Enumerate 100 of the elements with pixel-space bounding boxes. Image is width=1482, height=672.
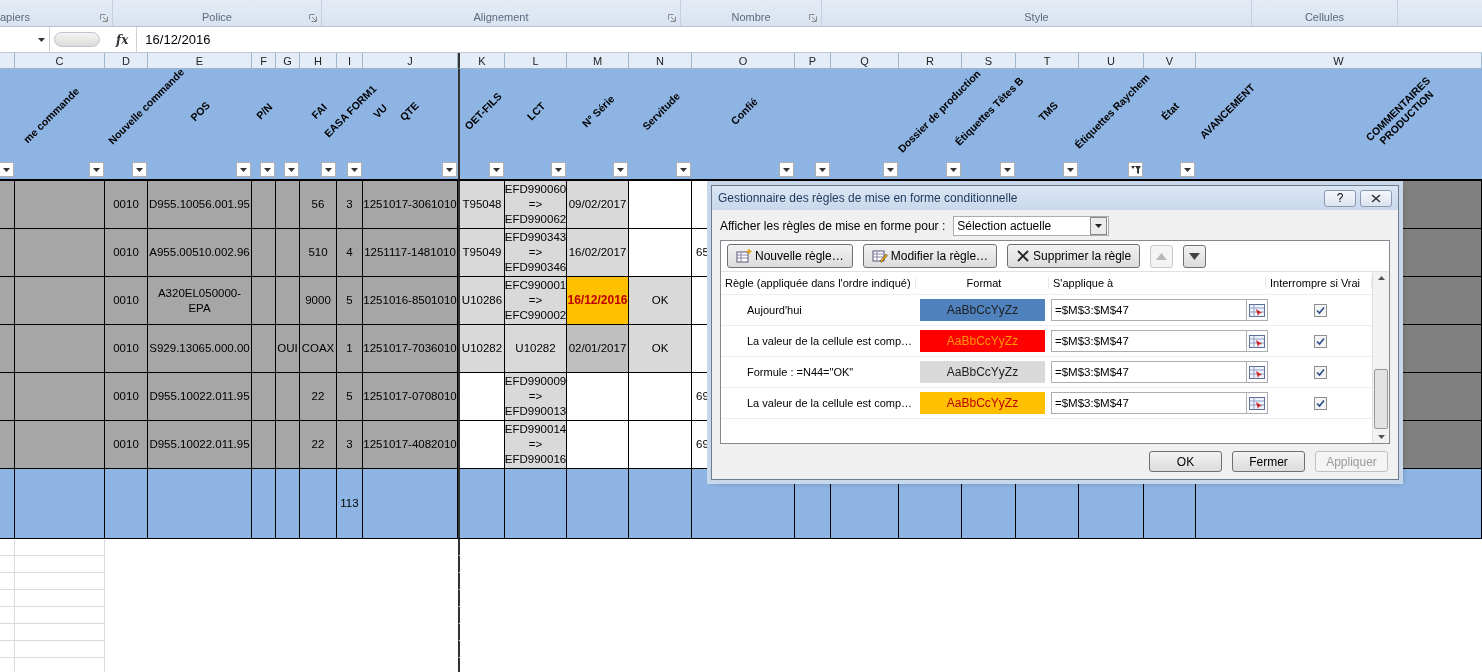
column-letter[interactable]: V <box>1144 53 1196 69</box>
applies-to-field[interactable]: =$M$3:$M$47 <box>1051 330 1268 352</box>
filter-button[interactable] <box>284 162 299 177</box>
caret-icon <box>351 167 358 172</box>
table-cell: 22 <box>300 373 337 421</box>
applies-to-field[interactable]: =$M$3:$M$47 <box>1051 361 1268 383</box>
move-down-button[interactable] <box>1183 244 1207 268</box>
table-cell <box>252 373 276 421</box>
column-letter[interactable]: L <box>505 53 567 69</box>
checkbox[interactable] <box>1313 334 1327 348</box>
scrollbar-thumb[interactable] <box>1374 369 1388 429</box>
table-cell: 510 <box>300 229 337 277</box>
filter-button[interactable] <box>489 162 504 177</box>
column-letter[interactable]: H <box>300 53 337 69</box>
checkbox[interactable] <box>1313 365 1327 379</box>
checkbox[interactable] <box>1313 396 1327 410</box>
formula-input[interactable]: 16/12/2016 <box>136 27 1482 52</box>
filter-button[interactable] <box>1000 162 1015 177</box>
table-cell: OK <box>629 277 692 325</box>
rule-name[interactable]: La valeur de la cellule est comp… <box>721 335 916 347</box>
dialog-launcher-icon[interactable] <box>309 14 317 22</box>
range-select-icon[interactable] <box>1249 396 1265 410</box>
filter-button[interactable] <box>321 162 336 177</box>
filter-button[interactable] <box>132 162 147 177</box>
column-header: P/N <box>253 100 275 122</box>
filter-button[interactable] <box>442 162 457 177</box>
preview-text: AaBbCcYyZz <box>946 396 1019 410</box>
table-cell <box>458 469 505 539</box>
help-button[interactable]: ? <box>1324 189 1356 207</box>
dialog-button[interactable]: Fermer <box>1232 451 1305 472</box>
column-letter[interactable]: I <box>337 53 363 69</box>
filter-button[interactable] <box>1063 162 1078 177</box>
table-cell <box>252 277 276 325</box>
range-select-icon[interactable] <box>1249 365 1265 379</box>
column-letter[interactable]: N <box>629 53 692 69</box>
filter-button[interactable] <box>883 162 898 177</box>
dialog-button[interactable]: OK <box>1149 451 1222 472</box>
column-letter[interactable]: F <box>252 53 276 69</box>
formula-bar-resize-handle[interactable] <box>54 32 100 47</box>
insert-function-button[interactable]: fx <box>108 32 137 47</box>
table-cell <box>105 469 148 539</box>
filter-button[interactable] <box>551 162 566 177</box>
column-letter[interactable]: W <box>1196 53 1482 69</box>
column-letter[interactable]: E <box>148 53 252 69</box>
filter-button[interactable] <box>1180 162 1195 177</box>
filter-button[interactable] <box>347 162 362 177</box>
applies-to-field[interactable]: =$M$3:$M$47 <box>1051 299 1268 321</box>
dialog-launcher-icon[interactable] <box>809 14 817 22</box>
filter-button[interactable] <box>779 162 794 177</box>
table-cell <box>629 421 692 469</box>
column-letter[interactable]: K <box>458 53 505 69</box>
column-letter[interactable]: M <box>567 53 629 69</box>
empty-cell <box>0 624 15 641</box>
caret-icon <box>3 167 10 172</box>
applies-to-field[interactable]: =$M$3:$M$47 <box>1051 392 1268 414</box>
cell-text: 16/12/2016 <box>567 293 628 308</box>
edit-rule-button[interactable]: Modifier la règle… <box>862 244 998 268</box>
list-column-header: Règle (appliquée dans l'ordre indiqué) <box>721 277 916 289</box>
range-select-icon[interactable] <box>1249 334 1265 348</box>
scroll-down-icon[interactable] <box>1377 435 1385 439</box>
close-button[interactable] <box>1360 189 1392 207</box>
column-letter[interactable]: P <box>795 53 831 69</box>
column-letter[interactable]: C <box>15 53 105 69</box>
scrollbar[interactable] <box>1372 272 1389 443</box>
column-letter[interactable]: R <box>899 53 962 69</box>
column-letter[interactable]: T <box>1016 53 1079 69</box>
dialog-launcher-icon[interactable] <box>668 14 676 22</box>
column-letter[interactable]: S <box>962 53 1016 69</box>
column-letter[interactable]: Q <box>831 53 899 69</box>
filter-button[interactable] <box>236 162 251 177</box>
filter-button[interactable] <box>613 162 628 177</box>
table-cell <box>300 469 337 539</box>
checkbox[interactable] <box>1313 303 1327 317</box>
filter-icon <box>1130 165 1141 174</box>
table-cell <box>458 421 505 469</box>
table-cell: 22 <box>300 421 337 469</box>
table-cell <box>629 469 692 539</box>
edit-table-icon <box>871 249 888 263</box>
filter-button[interactable] <box>1128 162 1143 177</box>
column-letter[interactable]: D <box>105 53 148 69</box>
filter-button[interactable] <box>89 162 104 177</box>
column-letter[interactable]: O <box>692 53 795 69</box>
table-cell: 5 <box>337 373 363 421</box>
column-letter[interactable]: U <box>1079 53 1144 69</box>
filter-button[interactable] <box>676 162 691 177</box>
new-rule-button[interactable]: Nouvelle règle… <box>727 244 853 268</box>
filter-button[interactable] <box>0 162 14 177</box>
table-cell: T95049 <box>458 229 505 277</box>
filter-button[interactable] <box>260 162 275 177</box>
filter-button[interactable] <box>815 162 830 177</box>
filter-button[interactable] <box>946 162 961 177</box>
column-letter[interactable]: G <box>276 53 300 69</box>
delete-rule-button[interactable]: Supprimer la règle <box>1007 244 1141 268</box>
rule-name[interactable]: Aujourd'hui <box>721 304 916 316</box>
table-cell <box>629 229 692 277</box>
dialog-launcher-icon[interactable] <box>100 14 108 22</box>
range-select-icon[interactable] <box>1249 303 1265 317</box>
caret-icon <box>1067 167 1074 172</box>
scope-dropdown[interactable]: Sélection actuelle <box>953 216 1110 236</box>
column-letter[interactable]: J <box>363 53 458 69</box>
